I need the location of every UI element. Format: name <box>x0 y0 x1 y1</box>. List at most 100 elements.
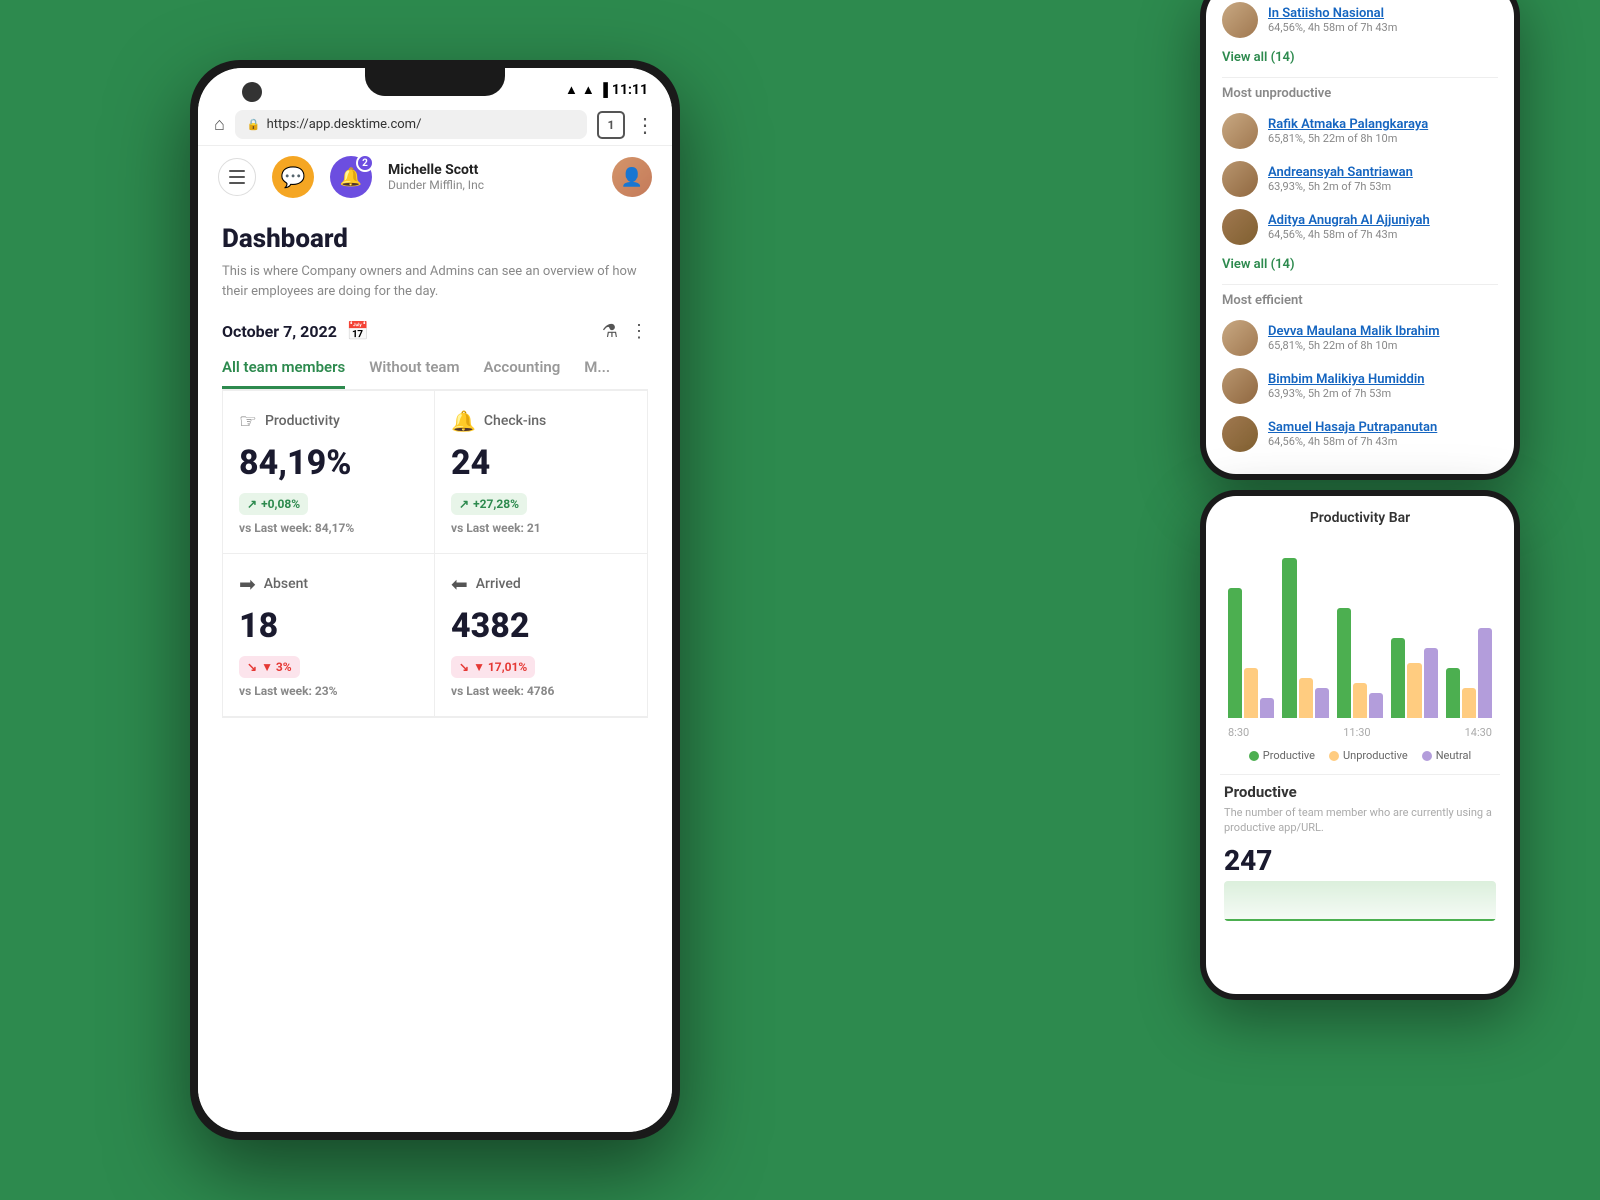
phone-right-bottom: Productivity Bar <box>1200 490 1520 1000</box>
tab-without-team[interactable]: Without team <box>369 358 459 389</box>
efficient-name-2[interactable]: Bimbim Malikiya Humiddin <box>1268 372 1498 387</box>
bar-green-5 <box>1446 668 1460 718</box>
filter-icon[interactable]: ⚗ <box>602 321 618 342</box>
tab-button[interactable]: 1 <box>597 111 625 139</box>
phone-screen: ▲ ▲ ▐ 11:11 ⌂ 🔒 https://app.desktime.com… <box>198 68 672 1132</box>
chart-area <box>1220 538 1500 718</box>
efficient-name-1[interactable]: Devva Maulana Malik Ibrahim <box>1268 324 1498 339</box>
efficient-avatar-1 <box>1222 320 1258 356</box>
bar-group-2 <box>1282 558 1328 718</box>
tab-all-team-members[interactable]: All team members <box>222 358 345 389</box>
bar-purple-1 <box>1260 698 1274 718</box>
avatar[interactable]: 👤 <box>612 157 652 197</box>
down-arrow-icon: ↘ <box>459 660 469 674</box>
divider-1 <box>1222 77 1498 78</box>
notification-badge: 2 <box>356 154 374 172</box>
legend-productive: Productive <box>1249 749 1315 762</box>
efficient-info-1: Devva Maulana Malik Ibrahim 65,81%, 5h 2… <box>1268 324 1498 352</box>
absent-label: Absent <box>264 576 308 592</box>
legend-label-productive: Productive <box>1263 749 1315 762</box>
chart-title: Productivity Bar <box>1220 510 1500 526</box>
dashboard-title: Dashboard <box>222 224 648 254</box>
chart-label-2: 11:30 <box>1343 726 1370 739</box>
user-info: Michelle Scott Dunder Mifflin, Inc <box>388 162 596 192</box>
app-header: 💬 🔔 2 Michelle Scott Dunder Mifflin, Inc… <box>198 146 672 208</box>
view-all-top[interactable]: View all (14) <box>1222 50 1498 65</box>
unproductive-name-2[interactable]: Andreansyah Santriawan <box>1268 165 1498 180</box>
view-all-unproductive[interactable]: View all (14) <box>1222 257 1498 272</box>
chart-labels: 8:30 11:30 14:30 <box>1220 726 1500 739</box>
checkins-value: 24 <box>451 443 631 483</box>
efficient-stats-2: 63,93%, 5h 2m of 7h 53m <box>1268 387 1498 400</box>
chart-legend: Productive Unproductive Neutral <box>1220 749 1500 762</box>
more-button[interactable]: ⋮ <box>635 113 656 137</box>
bar-green-2 <box>1282 558 1296 718</box>
unproductive-stats-3: 64,56%, 4h 58m of 7h 43m <box>1268 228 1498 241</box>
browser-bar: ⌂ 🔒 https://app.desktime.com/ 1 ⋮ <box>198 104 672 146</box>
legend-label-neutral: Neutral <box>1436 749 1472 762</box>
menu-button[interactable] <box>218 158 256 196</box>
divider-2 <box>1222 284 1498 285</box>
person-info-top: In Satiisho Nasional 64,56%, 4h 58m of 7… <box>1268 6 1498 34</box>
home-button[interactable]: ⌂ <box>214 114 225 135</box>
unproductive-avatar-2 <box>1222 161 1258 197</box>
calendar-icon[interactable]: 📅 <box>347 321 369 342</box>
person-name-top[interactable]: In Satiisho Nasional <box>1268 6 1498 21</box>
bar-orange-2 <box>1299 678 1313 718</box>
user-company: Dunder Mifflin, Inc <box>388 178 596 192</box>
bar-purple-3 <box>1369 693 1383 718</box>
phone-right-top: In Satiisho Nasional 64,56%, 4h 58m of 7… <box>1200 0 1520 480</box>
efficient-stats-1: 65,81%, 5h 22m of 8h 10m <box>1268 339 1498 352</box>
date-display: October 7, 2022 📅 <box>222 321 369 342</box>
bar-group-5 <box>1446 628 1492 718</box>
productive-desc: The number of team member who are curren… <box>1224 805 1496 836</box>
absent-badge: ↘ ▼ 3% <box>239 656 300 678</box>
efficient-name-3[interactable]: Samuel Hasaja Putrapanutan <box>1268 420 1498 435</box>
tab-accounting[interactable]: Accounting <box>484 358 561 389</box>
chart-divider <box>1220 774 1500 775</box>
notification-button[interactable]: 🔔 2 <box>330 156 372 198</box>
bar-orange-3 <box>1353 683 1367 718</box>
unproductive-avatar-1 <box>1222 113 1258 149</box>
camera-dot <box>242 82 262 102</box>
tab-more[interactable]: M... <box>584 358 610 389</box>
legend-label-unproductive: Unproductive <box>1343 749 1408 762</box>
arrived-value: 4382 <box>451 606 631 646</box>
down-arrow-icon: ↘ <box>247 660 257 674</box>
stat-productivity: ☞ Productivity 84,19% ↗ +0,08% vs Last w… <box>223 391 435 554</box>
unproductive-person-1: Rafik Atmaka Palangkaraya 65,81%, 5h 22m… <box>1222 113 1498 149</box>
checkins-badge: ↗ +27,28% <box>451 493 527 515</box>
status-bar-right: ▲ ▲ ▐ 11:11 <box>565 82 648 98</box>
efficient-person-1: Devva Maulana Malik Ibrahim 65,81%, 5h 2… <box>1222 320 1498 356</box>
unproductive-info-2: Andreansyah Santriawan 63,93%, 5h 2m of … <box>1268 165 1498 193</box>
bar-group-4 <box>1391 638 1437 718</box>
more-options-icon[interactable]: ⋮ <box>630 321 648 342</box>
legend-dot-purple <box>1422 751 1432 761</box>
up-arrow-icon: ↗ <box>247 497 257 511</box>
arrived-icon: ⬅ <box>451 572 468 596</box>
checkins-label: Check-ins <box>484 413 546 429</box>
url-bar[interactable]: 🔒 https://app.desktime.com/ <box>235 110 587 139</box>
unproductive-name-1[interactable]: Rafik Atmaka Palangkaraya <box>1268 117 1498 132</box>
phone-main: ▲ ▲ ▐ 11:11 ⌂ 🔒 https://app.desktime.com… <box>190 60 680 1140</box>
mini-chart-line <box>1224 919 1496 921</box>
bar-orange-4 <box>1407 663 1421 718</box>
bar-purple-5 <box>1478 628 1492 718</box>
avatar-image: 👤 <box>612 157 652 197</box>
legend-dot-green <box>1249 751 1259 761</box>
unproductive-name-3[interactable]: Aditya Anugrah Al Ajjuniyah <box>1268 213 1498 228</box>
efficient-info-3: Samuel Hasaja Putrapanutan 64,56%, 4h 58… <box>1268 420 1498 448</box>
chat-button[interactable]: 💬 <box>272 156 314 198</box>
checkins-comparison: vs Last week: 21 <box>451 521 631 535</box>
bar-green-3 <box>1337 608 1351 718</box>
date-actions: ⚗ ⋮ <box>602 321 648 342</box>
date-text: October 7, 2022 <box>222 322 337 341</box>
bar-green-4 <box>1391 638 1405 718</box>
stat-checkins-header: 🔔 Check-ins <box>451 409 631 433</box>
top-person-row-1: In Satiisho Nasional 64,56%, 4h 58m of 7… <box>1222 2 1498 38</box>
legend-neutral: Neutral <box>1422 749 1472 762</box>
unproductive-info-1: Rafik Atmaka Palangkaraya 65,81%, 5h 22m… <box>1268 117 1498 145</box>
user-name: Michelle Scott <box>388 162 596 178</box>
efficient-person-3: Samuel Hasaja Putrapanutan 64,56%, 4h 58… <box>1222 416 1498 452</box>
date-row: October 7, 2022 📅 ⚗ ⋮ <box>222 321 648 342</box>
